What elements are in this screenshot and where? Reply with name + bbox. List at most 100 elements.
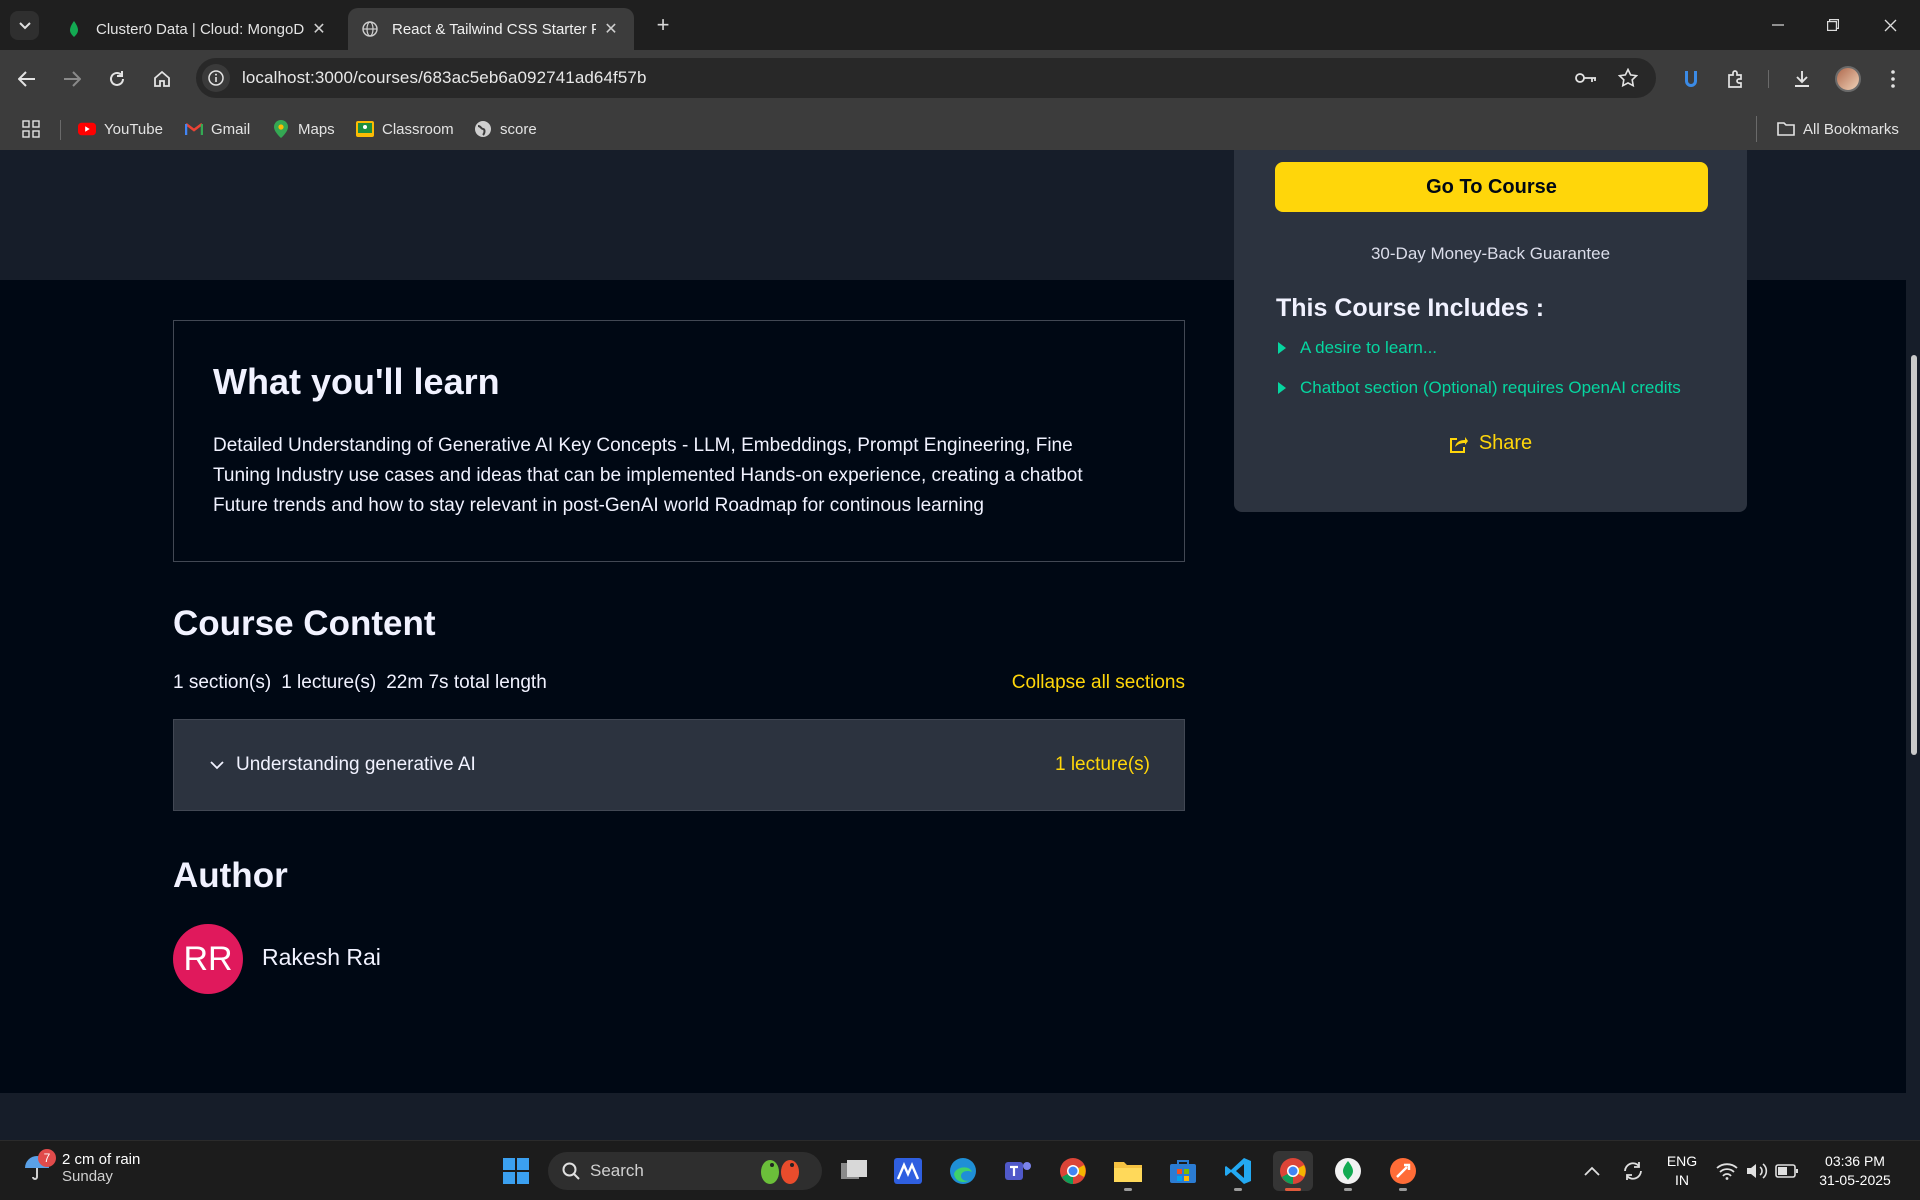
task-view-icon[interactable]: [834, 1151, 874, 1191]
windows-taskbar: 7 2 cm of rain Sunday Search ENG IN 03:3…: [0, 1140, 1920, 1200]
includes-item: A desire to learn...: [1278, 338, 1437, 358]
mongodb-leaf-icon: [66, 21, 82, 37]
bookmark-label: score: [500, 120, 537, 138]
postman-icon[interactable]: [1383, 1151, 1423, 1191]
microsoft-store-icon[interactable]: [1163, 1151, 1203, 1191]
bookmark-gmail[interactable]: Gmail: [185, 116, 250, 142]
page-viewport: Go To Course 30-Day Money-Back Guarantee…: [0, 150, 1920, 1140]
maps-icon: [272, 120, 290, 138]
extensions-puzzle-icon[interactable]: [1720, 63, 1752, 95]
bookmark-label: Gmail: [211, 120, 251, 138]
download-icon[interactable]: [1786, 63, 1818, 95]
globe-icon: [362, 21, 378, 37]
learn-line: Detailed Understanding of Generative AI …: [213, 435, 1073, 456]
extension-shield-icon[interactable]: [1675, 63, 1707, 95]
sections-count: 1 section(s): [173, 672, 272, 693]
share-button[interactable]: Share: [1234, 432, 1747, 455]
minimize-icon[interactable]: [1754, 8, 1802, 42]
vscode-icon[interactable]: [1218, 1151, 1258, 1191]
chevron-down-icon: [210, 760, 224, 770]
chevron-down-icon: [18, 21, 31, 29]
back-arrow-icon[interactable]: [11, 63, 43, 95]
close-icon[interactable]: ✕: [602, 19, 620, 39]
globe-icon: [474, 120, 492, 138]
section-lecture-count: 1 lecture(s): [1054, 754, 1150, 775]
sync-icon[interactable]: [1613, 1151, 1653, 1191]
toolbar-divider: [1768, 70, 1769, 88]
chrome-icon[interactable]: [1053, 1151, 1093, 1191]
address-bar[interactable]: localhost:3000/courses/683ac5eb6a092741a…: [196, 58, 1656, 98]
includes-item-text: A desire to learn...: [1300, 338, 1438, 357]
weather-text: 2 cm of rain: [62, 1151, 141, 1168]
bookmark-score[interactable]: score: [474, 116, 537, 142]
includes-item: Chatbot section (Optional) requires Open…: [1278, 378, 1681, 398]
course-content-stats: 1 section(s) 1 lecture(s) 22m 7s total l…: [173, 672, 547, 694]
edge-browser-icon[interactable]: [943, 1151, 983, 1191]
bookmark-label: Classroom: [382, 120, 454, 138]
site-info-icon[interactable]: [202, 64, 230, 92]
reload-icon[interactable]: [101, 63, 133, 95]
bookmark-maps[interactable]: Maps: [272, 116, 335, 142]
browser-tab-bar: Cluster0 Data | Cloud: MongoDB ✕ React &…: [0, 0, 1920, 50]
course-section-row[interactable]: Understanding generative AI 1 lecture(s): [173, 719, 1185, 811]
money-back-guarantee: 30-Day Money-Back Guarantee: [1370, 244, 1611, 263]
browser-toolbar: localhost:3000/courses/683ac5eb6a092741a…: [0, 50, 1920, 108]
go-to-course-button[interactable]: Go To Course: [1275, 162, 1708, 212]
bookmark-youtube[interactable]: YouTube: [78, 116, 163, 142]
all-bookmarks[interactable]: All Bookmarks: [1756, 116, 1899, 142]
file-explorer-icon[interactable]: [1108, 1151, 1148, 1191]
forward-arrow-icon[interactable]: [56, 63, 88, 95]
what-you-learn-text: Detailed Understanding of Generative AI …: [213, 431, 1153, 521]
clock-date: 31-05-2025: [1819, 1172, 1891, 1188]
page-footer-band: [0, 1093, 1920, 1140]
running-indicator: [1399, 1188, 1407, 1191]
close-icon[interactable]: ✕: [310, 19, 328, 39]
taskbar-search[interactable]: Search: [548, 1152, 822, 1190]
weather-badge: 7: [38, 1149, 56, 1167]
battery-icon[interactable]: [1767, 1151, 1807, 1191]
window-close-icon[interactable]: [1866, 8, 1914, 42]
author-avatar: RR: [173, 924, 243, 994]
learn-line: Future trends and how to stay relevant i…: [213, 495, 984, 516]
collapse-all-sections-button[interactable]: Collapse all sections: [1003, 672, 1185, 694]
page-scrollbar[interactable]: [1906, 150, 1920, 1140]
password-key-icon[interactable]: [1572, 64, 1600, 92]
tab-mongodb[interactable]: Cluster0 Data | Cloud: MongoDB ✕: [52, 8, 342, 50]
bookmarks-divider: [60, 120, 61, 140]
all-bookmarks-label: All Bookmarks: [1803, 120, 1899, 138]
home-icon[interactable]: [146, 63, 178, 95]
tab-react-starter[interactable]: React & Tailwind CSS Starter Pack ✕: [348, 8, 634, 50]
app-m-icon[interactable]: [888, 1151, 928, 1191]
weather-widget[interactable]: 7 2 cm of rain Sunday: [22, 1149, 141, 1185]
course-includes-title: This Course Includes :: [1276, 294, 1545, 322]
weather-day: Sunday: [62, 1168, 113, 1185]
input-language[interactable]: ENG IN: [1662, 1152, 1702, 1190]
running-indicator: [1344, 1188, 1352, 1191]
bookmarks-bar: YouTube Gmail Maps Classroom score All B…: [0, 108, 1920, 150]
caret-right-icon: [1278, 382, 1286, 394]
chrome-active-icon[interactable]: [1273, 1151, 1313, 1191]
restore-icon[interactable]: [1809, 8, 1857, 42]
tab-search-button[interactable]: [10, 11, 39, 40]
youtube-icon: [78, 120, 96, 138]
search-icon: [562, 1162, 580, 1180]
share-icon: [1449, 435, 1469, 453]
bookmark-label: YouTube: [104, 120, 163, 138]
clock[interactable]: 03:36 PM 31-05-2025: [1808, 1152, 1902, 1190]
kebab-menu-icon[interactable]: [1877, 63, 1909, 95]
profile-avatar[interactable]: [1832, 63, 1864, 95]
bookmark-classroom[interactable]: Classroom: [356, 116, 454, 142]
language-code: ENG: [1666, 1153, 1698, 1169]
mongodb-compass-icon[interactable]: [1328, 1151, 1368, 1191]
teams-icon[interactable]: [998, 1151, 1038, 1191]
tab-title: React & Tailwind CSS Starter Pack: [392, 20, 596, 38]
caret-right-icon: [1278, 342, 1286, 354]
apps-grid-icon[interactable]: [22, 116, 40, 142]
includes-item-text: Chatbot section (Optional) requires Open…: [1300, 378, 1681, 397]
bookmark-star-icon[interactable]: [1614, 64, 1642, 92]
chevron-up-icon[interactable]: [1572, 1151, 1612, 1191]
windows-start-icon[interactable]: [496, 1151, 536, 1191]
scrollbar-thumb[interactable]: [1911, 355, 1917, 755]
author-title: Author: [173, 856, 288, 895]
new-tab-button[interactable]: +: [648, 10, 678, 40]
